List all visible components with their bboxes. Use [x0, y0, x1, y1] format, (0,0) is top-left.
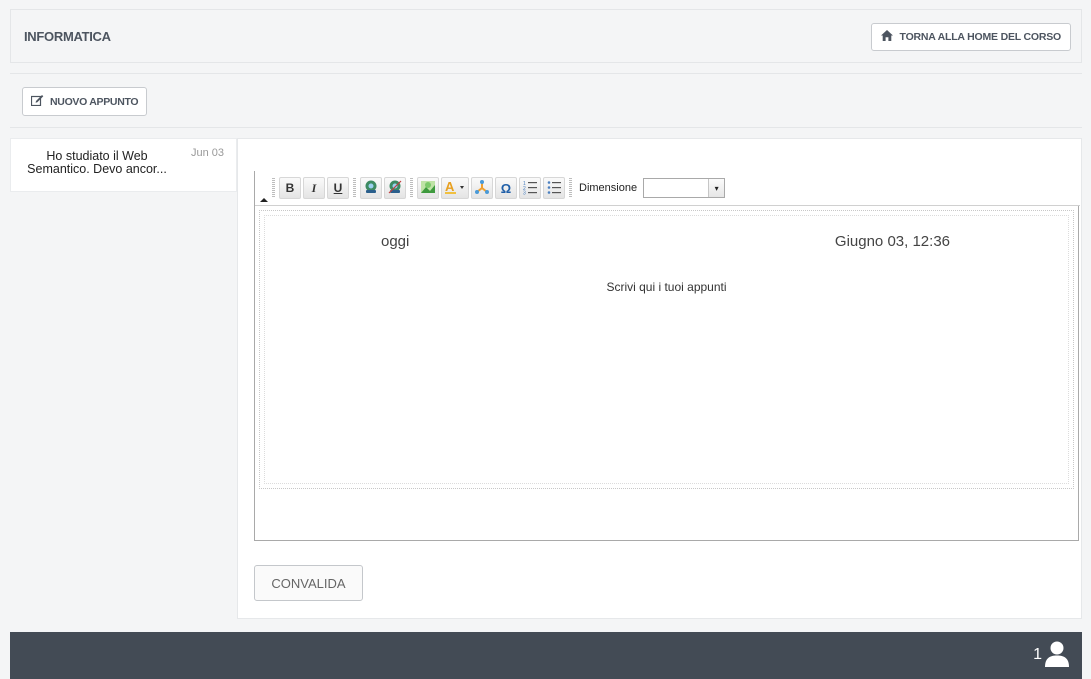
notes-toolbar: NUOVO APPUNTO [10, 73, 1082, 128]
back-to-course-home-button[interactable]: TORNA ALLA HOME DEL CORSO [870, 23, 1071, 51]
italic-button[interactable]: I [303, 177, 325, 199]
unordered-list-button[interactable] [543, 177, 565, 199]
ordered-list-button[interactable]: 123 [519, 177, 541, 199]
note-today-label: oggi [381, 233, 410, 250]
toolbar-separator [569, 178, 572, 198]
editor-content-area[interactable]: oggi Giugno 03, 12:36 Scrivi qui i tuoi … [259, 210, 1074, 489]
font-color-button[interactable]: A [441, 177, 469, 199]
note-timestamp: Giugno 03, 12:36 [834, 233, 950, 250]
image-icon [420, 179, 436, 198]
note-date: Jun 03 [190, 147, 224, 159]
omega-icon: Ω [500, 180, 512, 196]
collapse-toolbar-icon[interactable] [259, 174, 269, 202]
list-item[interactable]: Ho studiato il Web Semantico. Devo ancor… [10, 138, 237, 192]
toolbar-separator [272, 178, 275, 198]
special-character-button[interactable]: Ω [495, 177, 517, 199]
insert-table-button[interactable] [471, 177, 493, 199]
footer-bar: 1 [10, 632, 1082, 679]
ordered-list-icon: 123 [522, 179, 538, 198]
editor-content-frame: oggi Giugno 03, 12:36 Scrivi qui i tuoi … [264, 215, 1069, 484]
share-icon [474, 179, 490, 198]
editor-placeholder: Scrivi qui i tuoi appunti [606, 280, 727, 294]
notes-list: Ho studiato il Web Semantico. Devo ancor… [10, 138, 237, 192]
font-color-icon: A [444, 179, 466, 198]
underline-button[interactable]: U [327, 177, 349, 199]
back-to-course-home-label: TORNA ALLA HOME DEL CORSO [899, 31, 1062, 43]
edit-icon [30, 94, 44, 109]
course-title: INFORMATICA [24, 29, 111, 44]
online-users-count: 1 [1033, 646, 1042, 663]
toolbar-separator [410, 178, 413, 198]
insert-image-button[interactable] [417, 177, 439, 199]
svg-text:3: 3 [523, 190, 526, 195]
course-header: INFORMATICA TORNA ALLA HOME DEL CORSO [10, 9, 1082, 63]
new-note-button[interactable]: NUOVO APPUNTO [22, 87, 148, 116]
new-note-label: NUOVO APPUNTO [50, 95, 139, 108]
font-size-select[interactable]: ▾ [643, 178, 726, 198]
bold-button[interactable]: B [279, 177, 301, 199]
unlink-icon [387, 179, 403, 198]
svg-text:A: A [445, 179, 455, 194]
user-icon[interactable] [1045, 641, 1069, 667]
bullet-list-icon [546, 179, 562, 198]
rich-text-editor: B I U A Ω 1 2 3 Dimensione ▾ oggi Giugno… [254, 171, 1080, 541]
note-preview: Ho studiato il Web Semantico. Devo ancor… [27, 149, 167, 176]
note-editor-panel: B I U A Ω 1 2 3 Dimensione ▾ oggi Giugno… [237, 138, 1082, 619]
link-button[interactable] [360, 177, 382, 199]
unlink-button[interactable] [384, 177, 406, 199]
font-size-label: Dimensione [579, 182, 638, 194]
editor-toolbar: B I U A Ω 1 2 3 Dimensione ▾ [255, 171, 1080, 206]
link-icon [363, 179, 379, 198]
chevron-down-icon: ▾ [708, 179, 725, 197]
home-icon [880, 30, 893, 44]
validate-button[interactable]: CONVALIDA [254, 565, 363, 601]
toolbar-separator [353, 178, 356, 198]
